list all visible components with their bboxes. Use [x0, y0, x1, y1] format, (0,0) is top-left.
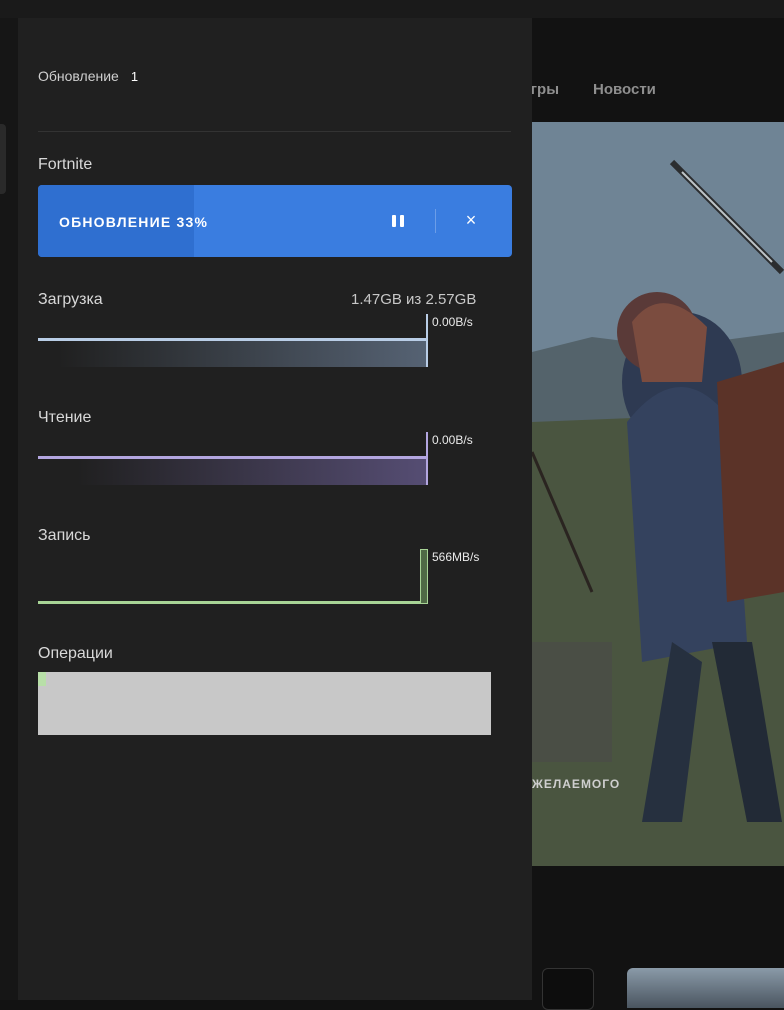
operations-graph	[38, 672, 491, 735]
download-graph-line	[38, 338, 428, 341]
launcher-nav: Игры Новости	[520, 18, 784, 122]
download-graph-marker	[426, 314, 428, 367]
operations-marker	[38, 672, 46, 686]
write-rate: 566MB/s	[432, 550, 480, 564]
hero-caption: ЖЕЛАЕМОГО	[532, 777, 621, 791]
launcher-side-tab[interactable]	[0, 124, 6, 194]
operations-label: Операции	[38, 645, 113, 662]
hero-banner[interactable]: ЖЕЛАЕМОГО	[532, 122, 784, 866]
hero-artwork	[532, 122, 784, 866]
update-count: 1	[130, 69, 139, 84]
downloads-panel: Обновление 1 Fortnite ОБНОВЛЕНИЕ 33% × За…	[18, 18, 532, 1000]
download-label: Загрузка	[38, 291, 103, 308]
read-graph	[38, 432, 428, 485]
download-amount: 1.47GB из 2.57GB	[351, 291, 477, 308]
game-title: Fortnite	[38, 156, 93, 173]
write-graph	[38, 549, 428, 604]
update-progress-button[interactable]: ОБНОВЛЕНИЕ 33% ×	[38, 185, 512, 257]
write-label: Запись	[38, 527, 91, 544]
write-graph-spike	[420, 549, 428, 604]
read-graph-marker	[426, 432, 428, 485]
thumbnail-card[interactable]	[627, 968, 784, 1008]
update-status-label: ОБНОВЛЕНИЕ 33%	[59, 214, 209, 230]
thumbnail-card[interactable]	[542, 968, 594, 1010]
read-rate: 0.00B/s	[432, 433, 473, 447]
pause-icon[interactable]	[390, 213, 408, 231]
download-rate: 0.00B/s	[432, 315, 473, 329]
nav-news[interactable]: Новости	[593, 81, 656, 98]
write-graph-line	[38, 601, 428, 604]
panel-header: Обновление 1	[38, 68, 138, 84]
download-graph-area	[38, 339, 428, 367]
close-icon[interactable]: ×	[462, 211, 480, 229]
divider	[38, 131, 511, 132]
button-separator	[435, 209, 436, 233]
download-graph	[38, 314, 428, 367]
read-graph-line	[38, 456, 428, 459]
read-label: Чтение	[38, 409, 92, 426]
launcher-top-bar	[0, 0, 784, 18]
read-graph-area	[38, 457, 428, 485]
header-label: Обновление	[38, 68, 119, 84]
